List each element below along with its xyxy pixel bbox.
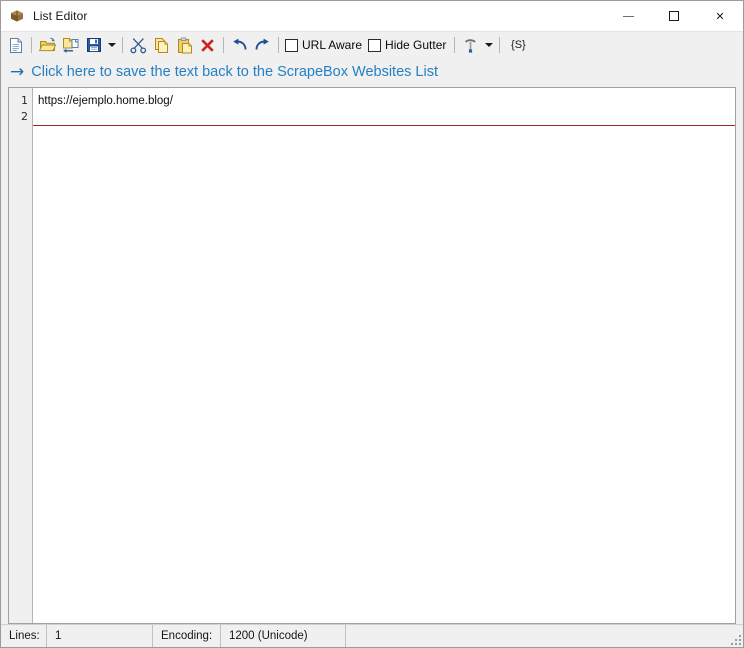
lines-value: 1 — [47, 625, 153, 647]
minimize-icon[interactable] — [605, 1, 651, 31]
close-icon[interactable]: ✕ — [697, 1, 743, 31]
open-folder-icon — [38, 37, 57, 54]
toolbar-separator — [122, 37, 123, 53]
status-bar: Lines: 1 Encoding: 1200 (Unicode) — [1, 624, 743, 647]
hammer-tools-icon — [462, 37, 479, 54]
save-floppy-icon — [86, 37, 102, 53]
package-box-icon — [9, 8, 25, 24]
url-aware-label: URL Aware — [302, 38, 363, 52]
text-editor[interactable]: 1 2 https://ejemplo.home.blog/ — [8, 87, 736, 624]
undo-button[interactable] — [228, 34, 251, 56]
tools-button[interactable] — [459, 34, 482, 56]
tools-dropdown-button[interactable] — [482, 34, 495, 56]
scissors-icon — [130, 37, 147, 54]
paste-button[interactable] — [173, 34, 196, 56]
new-document-icon — [8, 37, 24, 54]
editor-text-area[interactable]: https://ejemplo.home.blog/ — [33, 88, 735, 623]
toolbar-separator — [499, 37, 501, 53]
lines-label: Lines: — [1, 625, 47, 647]
hide-gutter-checkbox[interactable]: Hide Gutter — [368, 34, 446, 56]
red-x-delete-icon — [200, 38, 215, 53]
save-file-button[interactable] — [82, 34, 105, 56]
undo-arrow-icon — [231, 38, 248, 52]
save-back-link-bar[interactable]: → Click here to save the text back to th… — [1, 58, 743, 87]
import-document-icon — [62, 37, 80, 54]
redo-button[interactable] — [251, 34, 274, 56]
editor-line: https://ejemplo.home.blog/ — [38, 95, 173, 107]
save-back-link-text[interactable]: Click here to save the text back to the … — [31, 65, 438, 80]
checkbox-box — [285, 38, 298, 52]
line-number: 2 — [21, 110, 28, 123]
open-file-button[interactable] — [36, 34, 59, 56]
toolbar-separator — [454, 37, 456, 53]
line-number: 1 — [21, 94, 28, 107]
copy-pages-icon — [154, 37, 170, 54]
resize-grip[interactable] — [729, 633, 741, 645]
chevron-down-icon — [484, 43, 493, 47]
status-filler — [346, 625, 743, 647]
title-bar: List Editor ✕ — [1, 1, 743, 31]
line-number-gutter: 1 2 — [9, 88, 33, 623]
hide-gutter-label: Hide Gutter — [385, 38, 447, 52]
checkbox-box — [368, 38, 382, 52]
toolbar-separator — [31, 37, 32, 53]
new-file-button[interactable] — [4, 34, 27, 56]
encoding-value: 1200 (Unicode) — [221, 625, 346, 647]
window-caption-buttons: ✕ — [605, 1, 743, 31]
active-line-indicator — [33, 125, 735, 126]
window-title: List Editor — [33, 9, 88, 23]
maximize-icon[interactable] — [651, 1, 697, 31]
right-arrow-icon: → — [10, 62, 25, 82]
paste-clipboard-icon — [177, 37, 193, 54]
chevron-down-icon — [107, 43, 116, 47]
delete-button[interactable] — [196, 34, 219, 56]
toolbar: URL Aware Hide Gutter {S} — [1, 31, 743, 58]
url-aware-checkbox[interactable]: URL Aware — [285, 34, 362, 56]
toolbar-separator — [223, 37, 224, 53]
import-file-button[interactable] — [59, 34, 82, 56]
script-button[interactable]: {S} — [504, 34, 532, 56]
redo-arrow-icon — [254, 38, 271, 52]
encoding-label: Encoding: — [153, 625, 221, 647]
save-dropdown-button[interactable] — [105, 34, 118, 56]
cut-button[interactable] — [127, 34, 150, 56]
list-editor-window: List Editor ✕ URL Aware Hide Gutter {S} … — [0, 0, 744, 648]
copy-button[interactable] — [150, 34, 173, 56]
toolbar-separator — [278, 37, 279, 53]
